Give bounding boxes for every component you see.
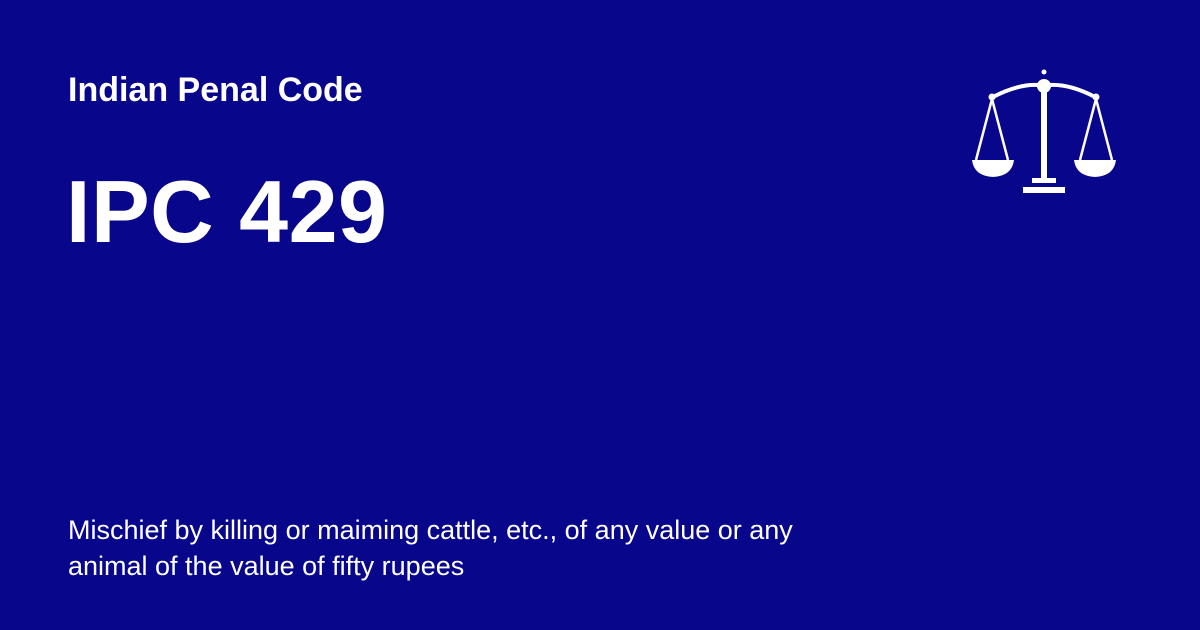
section-description: Mischief by killing or maiming cattle, e… bbox=[68, 515, 793, 581]
scales-of-justice-icon bbox=[972, 69, 1116, 193]
section-title: IPC 429 bbox=[66, 162, 388, 261]
social-card: Indian Penal Code IPC 429 Mischief by ki… bbox=[0, 0, 1200, 630]
code-subtitle: Indian Penal Code bbox=[68, 71, 363, 109]
